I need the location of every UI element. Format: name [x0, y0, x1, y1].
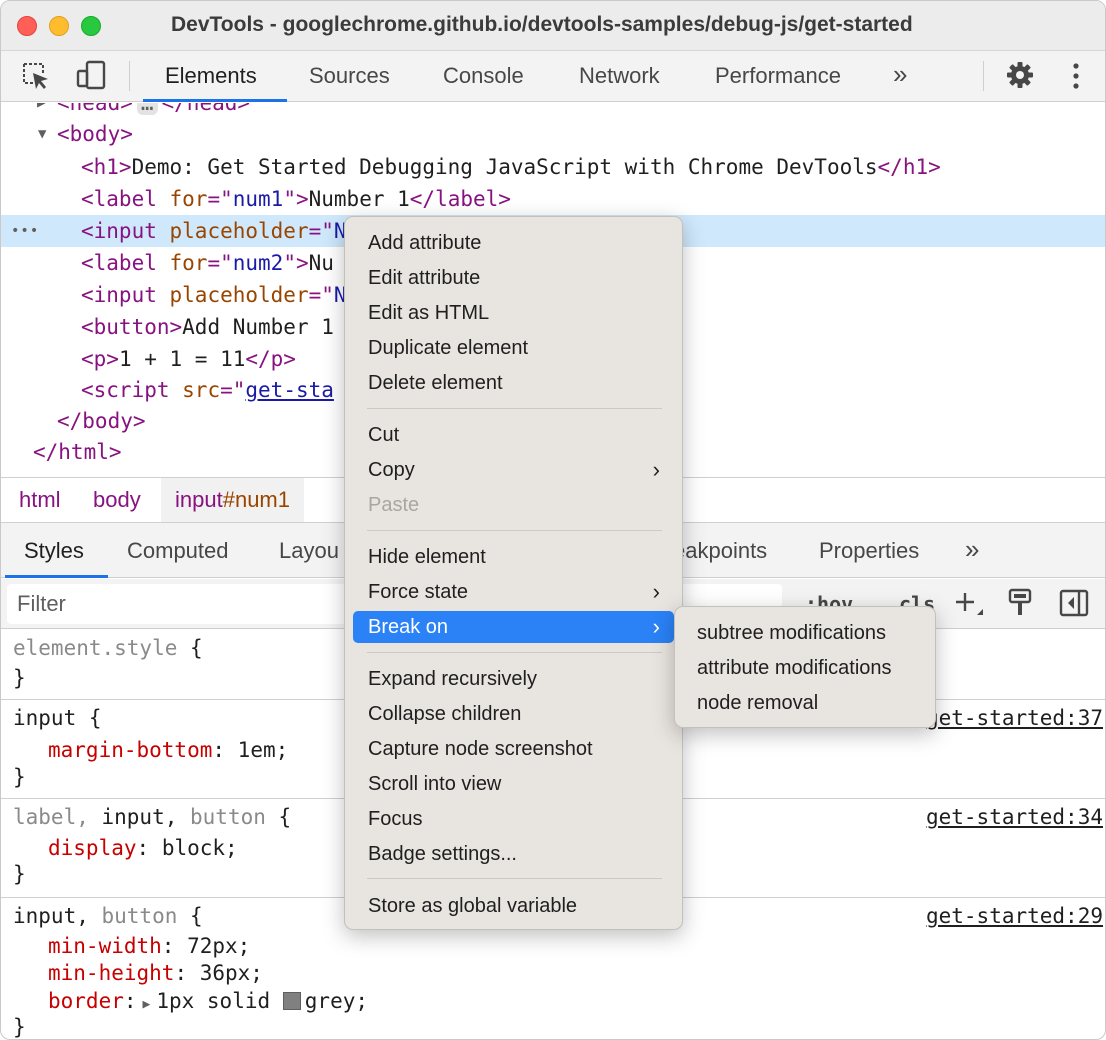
expand-shorthand-icon[interactable]: ▶ — [143, 997, 151, 1012]
css-property-name[interactable]: min-width — [48, 934, 162, 958]
more-options-icon[interactable] — [1067, 61, 1085, 96]
more-panel-tabs-button[interactable]: » — [965, 534, 979, 565]
tab-computed[interactable]: Computed — [127, 538, 229, 564]
node-actions-gutter[interactable]: ••• — [11, 215, 39, 247]
rule-source-link[interactable]: get-started:29 — [926, 904, 1103, 928]
css-property-value[interactable]: grey; — [305, 989, 368, 1013]
css-property-name[interactable]: display — [48, 836, 137, 860]
tab-styles[interactable]: Styles — [24, 538, 84, 564]
css-property-name[interactable]: min-height — [48, 961, 174, 985]
chevron-right-icon: › — [652, 614, 660, 639]
menu-item-store-as-global-variable[interactable]: Store as global variable — [353, 890, 674, 922]
device-toolbar-icon[interactable] — [75, 59, 107, 96]
element-state-paint-icon[interactable] — [1007, 587, 1035, 624]
breadcrumb-body[interactable]: body — [83, 478, 151, 522]
context-menu: Add attribute Edit attribute Edit as HTM… — [344, 216, 683, 930]
rule-selector[interactable]: input — [13, 706, 76, 730]
devtools-window: DevTools - googlechrome.github.io/devtoo… — [0, 0, 1106, 1040]
expand-triangle-icon[interactable]: ▶ — [37, 103, 45, 119]
dom-node-label1[interactable]: <label for="num1">Number 1</label> — [1, 183, 1105, 215]
dom-node-head[interactable]: ▶ <head>… </head> — [1, 103, 1105, 119]
menu-separator — [367, 530, 662, 531]
menu-item-cut[interactable]: Cut — [353, 419, 674, 451]
menu-item-paste: Paste — [368, 494, 420, 516]
tab-performance[interactable]: Performance — [715, 63, 841, 89]
tab-layout[interactable]: Layou — [279, 538, 339, 564]
menu-separator — [367, 408, 662, 409]
menu-separator — [367, 878, 662, 879]
more-tabs-button[interactable]: » — [893, 59, 907, 90]
menu-item-add-attribute[interactable]: Add attribute — [353, 227, 674, 259]
menu-item-duplicate-element[interactable]: Duplicate element — [353, 332, 674, 364]
css-property-value[interactable]: 36px; — [200, 961, 263, 985]
zoom-window-button[interactable] — [81, 16, 101, 36]
menu-item-edit-as-html[interactable]: Edit as HTML — [353, 297, 674, 329]
rule-source-link[interactable]: get-started:37 — [926, 706, 1103, 730]
tab-network[interactable]: Network — [579, 63, 660, 89]
inspect-element-icon[interactable] — [21, 61, 51, 96]
menu-item-break-on[interactable]: Break on › — [353, 611, 674, 643]
break-on-submenu: subtree modifications attribute modifica… — [674, 606, 936, 728]
chevron-right-icon: › — [652, 457, 660, 482]
css-property-value[interactable]: block; — [162, 836, 238, 860]
collapsed-ellipsis[interactable]: … — [136, 103, 158, 115]
breadcrumb-html[interactable]: html — [9, 478, 71, 522]
chevron-right-icon: › — [652, 579, 660, 604]
color-swatch[interactable] — [282, 992, 301, 1010]
css-property-name[interactable]: margin-bottom — [48, 738, 212, 762]
minimize-window-button[interactable] — [49, 16, 69, 36]
menu-item-hide-element[interactable]: Hide element — [353, 541, 674, 573]
tab-elements[interactable]: Elements — [165, 63, 257, 89]
menu-item-delete-element[interactable]: Delete element — [353, 367, 674, 399]
submenu-item-attribute-modifications[interactable]: attribute modifications — [683, 652, 927, 684]
menu-item-edit-attribute[interactable]: Edit attribute — [353, 262, 674, 294]
tab-properties[interactable]: Properties — [819, 538, 919, 564]
new-style-rule-icon[interactable] — [953, 589, 983, 626]
active-tab-indicator — [143, 99, 287, 102]
css-property-value[interactable]: 1em; — [238, 738, 289, 762]
css-property-value[interactable]: 72px; — [187, 934, 250, 958]
close-window-button[interactable] — [17, 16, 37, 36]
menu-item-focus[interactable]: Focus — [353, 803, 674, 835]
tab-console[interactable]: Console — [443, 63, 524, 89]
submenu-item-node-removal[interactable]: node removal — [683, 687, 927, 719]
menu-item-force-state[interactable]: Force state › — [353, 576, 674, 608]
window-title: DevTools - googlechrome.github.io/devtoo… — [171, 13, 913, 36]
menu-item-copy[interactable]: Copy › — [353, 454, 674, 486]
breadcrumb-input-num1[interactable]: input#num1 — [161, 478, 304, 522]
main-toolbar: Elements Sources Console Network Perform… — [1, 51, 1105, 102]
menu-item-expand-recursively[interactable]: Expand recursively — [353, 663, 674, 695]
tab-breakpoints[interactable]: eakpoints — [673, 538, 767, 564]
menu-item-capture-node-screenshot[interactable]: Capture node screenshot — [353, 733, 674, 765]
css-property-name[interactable]: border — [48, 989, 124, 1013]
css-property-value[interactable]: 1px solid — [156, 989, 282, 1013]
menu-item-collapse-children[interactable]: Collapse children — [353, 698, 674, 730]
title-bar: DevTools - googlechrome.github.io/devtoo… — [1, 1, 1105, 51]
dom-node-body[interactable]: ▼ <body> — [1, 118, 1105, 150]
menu-item-scroll-into-view[interactable]: Scroll into view — [353, 768, 674, 800]
rule-source-link[interactable]: get-started:34 — [926, 805, 1103, 829]
submenu-item-subtree-modifications[interactable]: subtree modifications — [683, 617, 927, 649]
settings-gear-icon[interactable] — [1005, 60, 1035, 95]
menu-item-badge-settings[interactable]: Badge settings... — [353, 838, 674, 870]
active-subtab-indicator — [5, 575, 108, 578]
collapse-triangle-icon[interactable]: ▼ — [38, 118, 46, 150]
menu-separator — [367, 652, 662, 653]
toolbar-divider — [983, 61, 984, 91]
toggle-sidebar-icon[interactable] — [1059, 589, 1089, 622]
script-src-link[interactable]: get-sta — [245, 378, 334, 402]
toolbar-divider — [129, 61, 130, 91]
tab-sources[interactable]: Sources — [309, 63, 390, 89]
dom-node-h1[interactable]: <h1>Demo: Get Started Debugging JavaScri… — [1, 151, 1105, 183]
